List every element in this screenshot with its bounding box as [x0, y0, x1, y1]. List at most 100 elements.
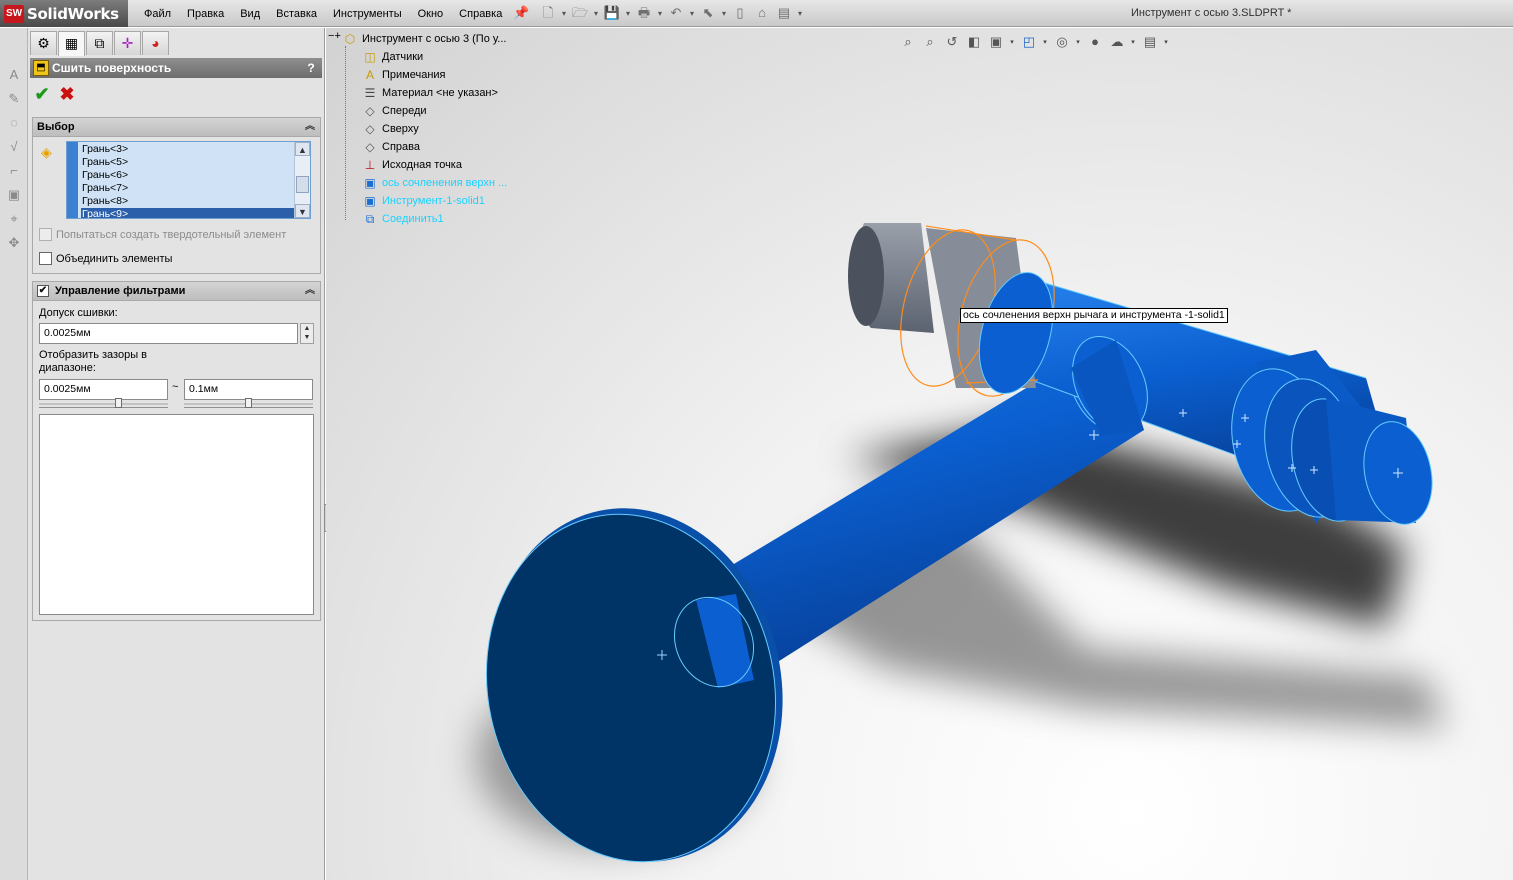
section-view-icon[interactable]: ◧ — [964, 32, 984, 52]
pin-menu-icon[interactable]: 📌 — [513, 5, 529, 21]
gap-min-slider[interactable] — [39, 398, 168, 408]
model-viewport[interactable] — [326, 28, 1513, 880]
configuration-manager-tab[interactable]: ⧉ — [86, 31, 113, 55]
open-icon[interactable]: 🗁 — [569, 3, 591, 23]
menu-insert[interactable]: Вставка — [268, 8, 325, 20]
menu-help[interactable]: Справка — [451, 8, 510, 20]
combine-icon: ⧉ — [365, 212, 375, 226]
hide-show-dropdown-icon[interactable]: ▾ — [1074, 38, 1082, 46]
open-dropdown-icon[interactable]: ▾ — [591, 9, 601, 18]
display-style-icon[interactable]: ◰ — [1019, 32, 1039, 52]
view-settings-icon[interactable]: ▤ — [1140, 32, 1160, 52]
cancel-button[interactable]: ✖ — [57, 84, 77, 104]
annotation-icon[interactable]: A — [3, 65, 25, 85]
save-dropdown-icon[interactable]: ▾ — [623, 9, 633, 18]
tolerance-input[interactable]: 0.0025мм — [39, 323, 298, 344]
tree-item-origin[interactable]: ⊥ Исходная точка — [362, 156, 462, 174]
save-icon[interactable]: 💾 — [601, 3, 623, 23]
face-list-item[interactable]: Грань<3> — [81, 143, 295, 156]
faces-selection-list[interactable]: Грань<3> Грань<5> Грань<6> Грань<7> Грань<8>… — [66, 141, 311, 219]
dimxpert-manager-tab[interactable]: ✛ — [114, 31, 141, 55]
help-button[interactable]: ? — [304, 61, 318, 75]
gap-min-slider-knob[interactable] — [115, 398, 122, 408]
view-orientation-dropdown-icon[interactable]: ▾ — [1008, 38, 1016, 46]
edit-appearance-icon[interactable]: ● — [1085, 32, 1105, 52]
expand-node-icon[interactable]: + — [334, 30, 340, 42]
solidworks-logo[interactable]: SW SolidWorks — [0, 0, 128, 27]
gap-min-input[interactable]: 0.0025мм — [39, 379, 168, 400]
faces-list-scrollbar[interactable]: ▲ ▼ — [294, 142, 310, 218]
display-manager-tab[interactable]: ◕ — [142, 31, 169, 55]
face-selection-icon: ◈ — [41, 144, 52, 160]
weld-symbol-icon[interactable]: ⌐ — [3, 161, 25, 181]
datum-icon[interactable]: ▣ — [3, 185, 25, 205]
print-dropdown-icon[interactable]: ▾ — [655, 9, 665, 18]
hide-show-items-icon[interactable]: ◎ — [1052, 32, 1072, 52]
face-list-item[interactable]: Грань<9> — [81, 208, 295, 218]
tolerance-spinner[interactable]: ▲ ▼ — [300, 323, 314, 344]
selection-group-header[interactable]: Выбор ︽ — [33, 118, 320, 137]
gaps-list-box[interactable] — [39, 414, 314, 615]
property-manager-tab[interactable]: ▦ — [58, 31, 85, 56]
smart-dimension-icon[interactable]: ✥ — [3, 233, 25, 253]
file-properties-icon[interactable]: ⌂ — [751, 3, 773, 23]
zoom-to-area-icon[interactable]: ⌕ — [920, 32, 940, 52]
tree-item-imported-body[interactable]: ▣ Инструмент-1-solid1 — [362, 192, 485, 210]
scroll-down-icon[interactable]: ▼ — [295, 204, 310, 218]
face-list-item[interactable]: Грань<5> — [81, 156, 295, 169]
tree-item-part[interactable]: ⬡ Инструмент с осью 3 (По у... — [342, 30, 507, 48]
collapse-filter-icon[interactable]: ︽ — [304, 285, 316, 297]
face-list-item[interactable]: Грань<7> — [81, 182, 295, 195]
menu-edit[interactable]: Правка — [179, 8, 232, 20]
filter-group-header[interactable]: ✔ Управление фильтрами ︽ — [33, 282, 320, 301]
gap-max-input[interactable]: 0.1мм — [184, 379, 313, 400]
print-icon[interactable]: 🖶 — [633, 3, 655, 23]
view-orientation-icon[interactable]: ▣ — [986, 32, 1006, 52]
tree-item-imported-body[interactable]: ▣ ось сочленения верхн ... — [362, 174, 507, 192]
menu-view[interactable]: Вид — [232, 8, 268, 20]
scroll-up-icon[interactable]: ▲ — [295, 142, 310, 156]
options-icon[interactable]: ▤ — [773, 3, 795, 23]
tree-item-material[interactable]: ☰ Материал <не указан> — [362, 84, 498, 102]
gap-max-slider[interactable] — [184, 398, 313, 408]
balloon-icon[interactable]: ◌ — [3, 113, 25, 133]
tree-item-annotations[interactable]: A Примечания — [362, 66, 446, 84]
undo-dropdown-icon[interactable]: ▾ — [687, 9, 697, 18]
surface-finish-icon[interactable]: √ — [3, 137, 25, 157]
menu-window[interactable]: Окно — [410, 8, 452, 20]
scroll-thumb[interactable] — [296, 176, 309, 193]
graphics-area[interactable]: ⌕ ⌕ ↺ ◧ ▣ ▾ ◰ ▾ ◎ ▾ ● ☁ ▾ ▤ ▾ ⬡ Инструмент с о… — [326, 28, 1513, 880]
undo-icon[interactable]: ↶ — [665, 3, 687, 23]
apply-scene-icon[interactable]: ☁ — [1107, 32, 1127, 52]
base-disk[interactable] — [455, 481, 815, 880]
new-dropdown-icon[interactable]: ▾ — [559, 9, 569, 18]
options-dropdown-icon[interactable]: ▾ — [795, 9, 805, 18]
tree-item-plane[interactable]: ◇ Сверху — [362, 120, 418, 138]
tree-item-combine[interactable]: ⧉ Соединить1 — [362, 210, 444, 228]
feature-manager-tab[interactable]: ⚙ — [30, 31, 57, 55]
gap-max-slider-knob[interactable] — [245, 398, 252, 408]
ok-button[interactable]: ✔ — [32, 84, 52, 104]
tree-item-plane[interactable]: ◇ Справа — [362, 138, 420, 156]
merge-entities-checkbox[interactable] — [39, 252, 52, 265]
select-icon[interactable]: ⬉ — [697, 3, 719, 23]
new-document-icon[interactable]: 🗋 — [537, 3, 559, 23]
select-dropdown-icon[interactable]: ▾ — [719, 9, 729, 18]
face-list-item[interactable]: Грань<8> — [81, 195, 295, 208]
display-style-dropdown-icon[interactable]: ▾ — [1041, 38, 1049, 46]
apply-scene-dropdown-icon[interactable]: ▾ — [1129, 38, 1137, 46]
filter-enable-checkbox[interactable]: ✔ — [37, 285, 49, 297]
tree-item-sensors[interactable]: ◫ Датчики — [362, 48, 423, 66]
zoom-to-fit-icon[interactable]: ⌕ — [898, 32, 918, 52]
note-icon[interactable]: ✎ — [3, 89, 25, 109]
collapse-selection-icon[interactable]: ︽ — [304, 121, 316, 133]
menu-file[interactable]: Файл — [136, 8, 179, 20]
rebuild-icon[interactable]: ▯ — [729, 3, 751, 23]
geometric-tolerance-icon[interactable]: ⌖ — [3, 209, 25, 229]
merge-entities-row[interactable]: Объединить элементы — [39, 252, 172, 265]
previous-view-icon[interactable]: ↺ — [942, 32, 962, 52]
tree-item-plane[interactable]: ◇ Спереди — [362, 102, 426, 120]
menu-tools[interactable]: Инструменты — [325, 8, 410, 20]
view-settings-dropdown-icon[interactable]: ▾ — [1162, 38, 1170, 46]
face-list-item[interactable]: Грань<6> — [81, 169, 295, 182]
